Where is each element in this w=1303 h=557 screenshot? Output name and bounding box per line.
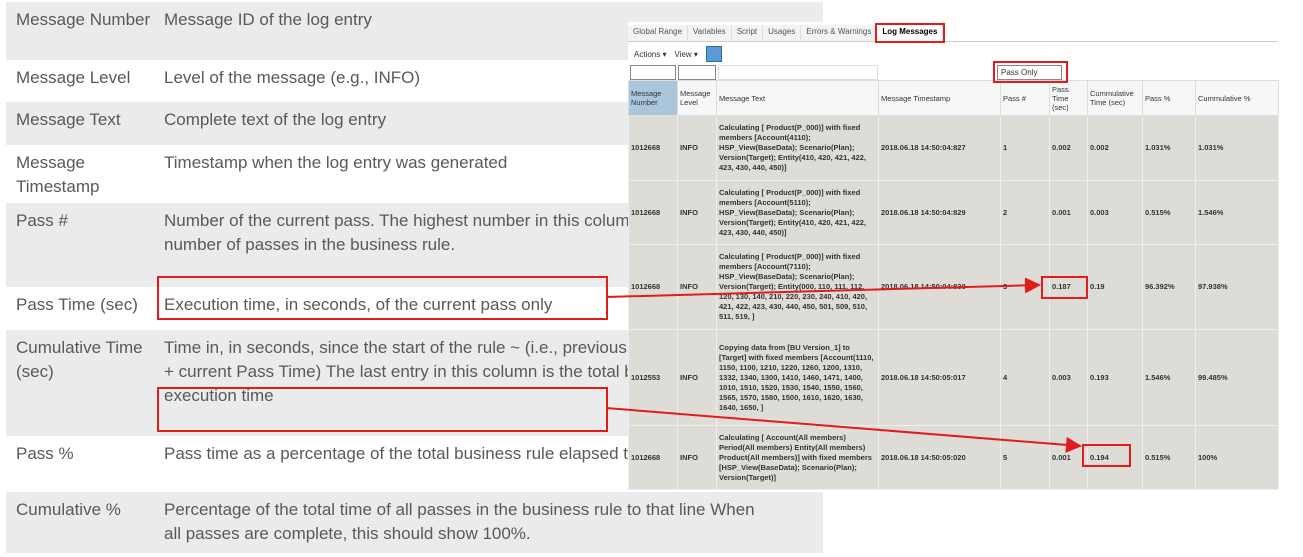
table-row[interactable]: 1012668 INFO Calculating [ Account(All mem…: [628, 425, 1279, 490]
cell: 0.003: [1087, 180, 1143, 245]
tab-bar: Global Range Variables Script Usages Errors …: [628, 23, 1278, 43]
cell: INFO: [677, 244, 717, 330]
cell: 96.392%: [1142, 244, 1196, 330]
tab-log-messages[interactable]: Log Messages: [875, 23, 946, 43]
cell: 1.546%: [1142, 329, 1196, 426]
cell: 2: [1000, 180, 1050, 245]
cell: 0.002: [1049, 115, 1088, 181]
column-header[interactable]: Pass Time (sec): [1049, 80, 1088, 116]
cell: Calculating [ Product(P_000)] with fixed…: [716, 244, 879, 330]
filter-message-number[interactable]: [630, 65, 676, 80]
cell: 1: [1000, 115, 1050, 181]
tab-variables[interactable]: Variables: [687, 25, 732, 41]
cell: INFO: [677, 180, 717, 245]
term: Cumulative Time (sec): [16, 338, 143, 381]
cell: 100%: [1195, 425, 1279, 490]
column-header[interactable]: Message Text: [716, 80, 879, 116]
term: Pass #: [16, 211, 68, 230]
cell: 0.002: [1087, 115, 1143, 181]
cell: 4: [1000, 329, 1050, 426]
term: Message Level: [16, 68, 131, 87]
cell: 97.938%: [1195, 244, 1279, 330]
cell: 1.546%: [1195, 180, 1279, 245]
cell: 2018.06.18 14:50:04:829: [878, 180, 1001, 245]
cell: 0.193: [1087, 329, 1143, 426]
definition-row: Cumulative % Percentage of the total time…: [6, 492, 823, 553]
column-header[interactable]: Message Level: [677, 80, 717, 116]
column-header[interactable]: Cummulative Time (sec): [1087, 80, 1143, 116]
export-icon[interactable]: [705, 46, 722, 62]
table-row[interactable]: 1012553 INFO Copying data from [BU Version…: [628, 329, 1279, 426]
highlight-pass-time-value: [1041, 276, 1088, 299]
cell: 2018.06.18 14:50:04:827: [878, 115, 1001, 181]
column-header[interactable]: Pass %: [1142, 80, 1196, 116]
cell: 1.031%: [1195, 115, 1279, 181]
column-header[interactable]: Cummulative %: [1195, 80, 1279, 116]
cell: 0.515%: [1142, 425, 1196, 490]
cell: 2018.06.18 14:50:04:830: [878, 244, 1001, 330]
tab-usages[interactable]: Usages: [763, 25, 802, 41]
cell: INFO: [677, 425, 717, 490]
term: Pass %: [16, 444, 74, 463]
highlight-cumulative-desc: [157, 387, 608, 432]
cell: Calculating [ Account(All members) Perio…: [716, 425, 879, 490]
cell: 0.003: [1049, 329, 1088, 426]
tab-global-range[interactable]: Global Range: [628, 25, 688, 41]
log-messages-screenshot: Global Range Variables Script Usages Errors …: [628, 22, 1279, 490]
description: Percentage of the total time of all pass…: [164, 500, 755, 543]
tab-script[interactable]: Script: [731, 25, 764, 41]
cell: 1012668: [628, 425, 678, 490]
cell: Calculating [ Product(P_000)] with fixed…: [716, 180, 879, 245]
filter-message-text[interactable]: [718, 65, 878, 80]
highlight-pass-only: [993, 61, 1068, 83]
log-table: Message Number Message Level Message Text M…: [628, 80, 1279, 490]
cell: 99.485%: [1195, 329, 1279, 426]
column-header[interactable]: Message Timestamp: [878, 80, 1001, 116]
table-row[interactable]: 1012668 INFO Calculating [ Product(P_000)]…: [628, 115, 1279, 181]
table-row[interactable]: 1012668 INFO Calculating [ Product(P_000)]…: [628, 244, 1279, 330]
highlight-cumulative-value: [1082, 444, 1131, 467]
cell: 1012668: [628, 115, 678, 181]
cell: 1.031%: [1142, 115, 1196, 181]
cell: 1012553: [628, 329, 678, 426]
toolbar: Actions ▾ View ▾: [634, 46, 722, 62]
cell: 0.19: [1087, 244, 1143, 330]
cell: 0.001: [1049, 180, 1088, 245]
term: Message Text: [16, 110, 121, 129]
view-menu[interactable]: View ▾: [674, 50, 697, 59]
column-header[interactable]: Pass #: [1000, 80, 1050, 116]
table-row[interactable]: 1012668 INFO Calculating [ Product(P_000)]…: [628, 180, 1279, 245]
cell: Copying data from [BU Version_1] to [Tar…: [716, 329, 879, 426]
cell: 2018.06.18 14:50:05:020: [878, 425, 1001, 490]
cell: 0.515%: [1142, 180, 1196, 245]
term: Pass Time (sec): [16, 295, 138, 314]
cell: 1012668: [628, 180, 678, 245]
cell: INFO: [677, 329, 717, 426]
tab-errors-warnings[interactable]: Errors & Warnings: [801, 25, 878, 41]
highlight-pass-time-desc: [157, 276, 608, 320]
term: Cumulative %: [16, 500, 121, 519]
cell: 1012668: [628, 244, 678, 330]
column-header[interactable]: Message Number: [628, 80, 678, 116]
cell: INFO: [677, 115, 717, 181]
cell: 5: [1000, 425, 1050, 490]
term: Message Timestamp: [16, 153, 100, 196]
cell: Calculating [ Product(P_000)] with fixed…: [716, 115, 879, 181]
cell: 2018.06.18 14:50:05:017: [878, 329, 1001, 426]
actions-menu[interactable]: Actions ▾: [634, 50, 666, 59]
filter-message-level[interactable]: [678, 65, 716, 80]
term: Message Number: [16, 10, 151, 29]
